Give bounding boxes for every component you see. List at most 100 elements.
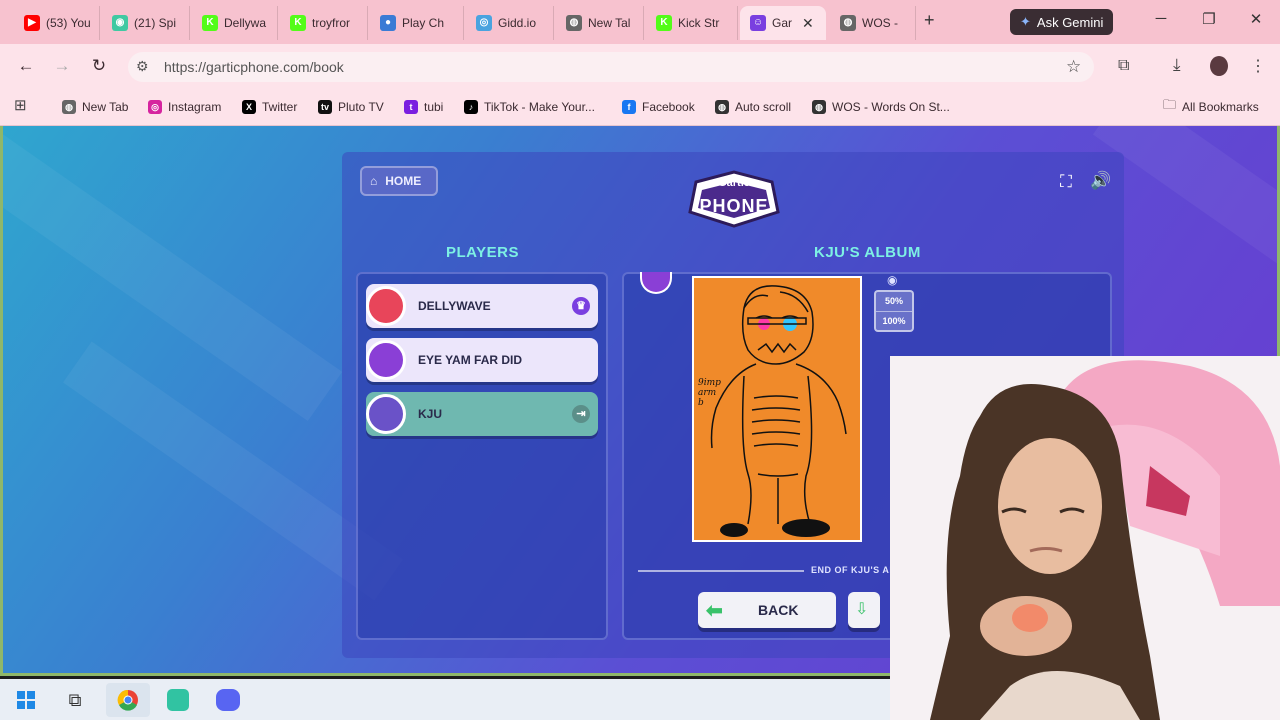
bookmark-favicon-icon: tv [318,100,332,114]
tab-favicon-icon: K [656,15,672,31]
drawing-handwriting: 9imp arm b [698,378,721,408]
ask-gemini-button[interactable]: ✦ Ask Gemini [1010,9,1114,35]
reload-icon[interactable]: ↻ [87,54,111,78]
home-icon: ⌂ [370,174,378,188]
bookmark-item[interactable]: ◍ WOS - Words On St... [812,97,950,117]
tab-label: New Tal [588,16,631,30]
home-label: HOME [385,174,422,188]
bookmark-star-icon[interactable]: ☆ [1066,57,1081,77]
bookmark-item[interactable]: tv Pluto TV [318,97,384,117]
bookmark-item[interactable]: X Twitter [242,97,297,117]
tab-label: Gidd.io [498,16,537,30]
url-text[interactable]: https://garticphone.com/book [164,59,344,75]
bookmark-item[interactable]: ♪ TikTok - Make Your... [464,97,595,117]
bookmark-item[interactable]: ◍ Auto scroll [715,97,791,117]
restore-icon[interactable]: ❐ [1199,10,1219,28]
tab-label: WOS - [862,16,898,30]
browser-tab[interactable]: ▶ (53) You [14,6,100,40]
windows-start-icon[interactable] [4,683,48,717]
browser-tab[interactable]: Ktroyfror [280,6,368,40]
bookmark-label: Pluto TV [338,100,384,114]
tab-favicon-icon: ◉ [112,15,128,31]
site-info-icon[interactable]: ⚙ [136,58,149,75]
gartic-phone-logo: Gartic PHONE [682,168,786,230]
gemini-icon: ✦ [1020,14,1031,29]
tab-favicon-icon: ▶ [24,15,40,31]
webcam-overlay [890,356,1280,720]
browser-tab[interactable]: ☺ Gar ✕ [740,6,826,40]
player-name: DELLYWAVE [418,299,491,313]
save-album-button[interactable]: ⇩ [848,592,880,628]
album-drawing: 9imp arm b [692,276,862,542]
tab-favicon-icon: K [290,15,306,31]
close-window-icon[interactable]: ✕ [1246,10,1266,28]
streamlabs-taskbar-icon[interactable] [156,683,200,717]
player-row[interactable]: DELLYWAVE ♛ [366,284,598,328]
bookmark-label: tubi [424,100,444,114]
tab-label: (21) Spi [134,16,177,30]
tab-favicon-icon: K [202,15,218,31]
browser-tab[interactable]: ◍ New Tal [556,6,644,40]
speaker-icon[interactable]: 🔊 [1090,171,1111,191]
bookmark-item[interactable]: t tubi [404,97,443,117]
player-avatar [366,394,406,434]
browser-tab[interactable]: ◍ WOS - [830,6,916,40]
forward-arrow-icon[interactable]: → [50,54,74,78]
bookmark-item[interactable]: f Facebook [622,97,695,117]
browser-tab[interactable]: ◎ Gidd.io [466,6,554,40]
tab-label: Dellywa [224,16,267,30]
bookmark-label: WOS - Words On St... [832,100,950,114]
tab-favicon-icon: ☺ [750,15,766,31]
chrome-taskbar-icon[interactable] [106,683,150,717]
tab-favicon-icon: ● [380,15,396,31]
bookmark-favicon-icon: ◍ [62,100,76,114]
download-icon[interactable]: ⤓ [1173,55,1181,75]
bookmark-favicon-icon: t [404,100,418,114]
back-arrow-icon: ⬅ [706,600,723,622]
player-avatar [366,340,406,380]
zoom-100-option[interactable]: 100% [876,311,912,330]
discord-taskbar-icon[interactable] [206,683,250,717]
bookmark-item[interactable]: ◍ New Tab [62,97,128,117]
logo-bottom-text: PHONE [699,196,769,216]
player-avatar [366,286,406,326]
profile-avatar[interactable] [1210,56,1228,76]
album-title: KJU'S ALBUM [814,244,921,261]
end-divider [638,570,804,572]
menu-icon[interactable]: ⋮ [1250,56,1266,76]
browser-tab[interactable]: ● Play Ch [370,6,464,40]
bookmark-label: Twitter [262,100,298,114]
eye-icon: ◉ [887,273,898,287]
player-name: KJU [418,407,443,421]
browser-tab[interactable]: K Dellywa [192,6,278,40]
home-button[interactable]: ⌂ HOME [360,166,438,196]
new-tab-button[interactable]: + [924,10,935,31]
bookmark-favicon-icon: ♪ [464,100,478,114]
bookmark-label: Instagram [168,100,222,114]
apps-grid-icon[interactable]: ⊞ [14,96,27,114]
tab-label: (53) You [46,16,91,30]
minimize-icon[interactable]: ─ [1151,10,1171,27]
ask-gemini-label: Ask Gemini [1036,14,1104,30]
logo-top-text: Gartic [718,177,750,189]
browser-tab[interactable]: K Kick Str [646,6,738,40]
tab-favicon-icon: ◍ [840,15,856,31]
bookmark-favicon-icon: X [242,100,256,114]
tab-label: Gar [772,16,793,30]
close-tab-icon[interactable]: ✕ [802,15,814,32]
back-button[interactable]: ⬅ BACK [698,592,836,628]
players-title: PLAYERS [446,244,519,261]
zoom-selector[interactable]: 50% 100% [874,290,914,332]
extensions-icon[interactable]: ⧉ [1118,57,1129,75]
kick-icon[interactable]: ⇥ [572,405,590,423]
browser-tab[interactable]: ◉ (21) Spi [102,6,190,40]
bookmark-item[interactable]: ◎ Instagram [148,97,221,117]
player-row[interactable]: KJU ⇥ [366,392,598,436]
back-arrow-icon[interactable]: ← [14,54,38,78]
fullscreen-icon[interactable]: ⛶ [1060,172,1072,192]
all-bookmarks-button[interactable]: 🗀 All Bookmarks [1163,97,1259,117]
task-view-icon[interactable]: ⧉ [53,683,97,717]
zoom-50-option[interactable]: 50% [876,292,912,311]
player-row[interactable]: EYE YAM FAR DID [366,338,598,382]
tab-label: troyfror [312,16,351,30]
